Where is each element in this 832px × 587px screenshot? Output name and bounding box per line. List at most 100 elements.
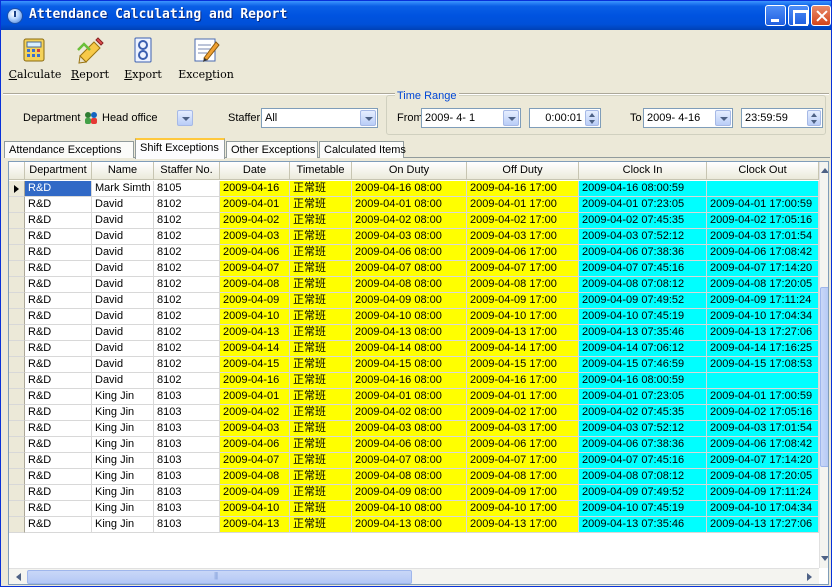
cell-off-duty[interactable]: 2009-04-06 17:00 — [467, 437, 579, 453]
cell-staffer-no[interactable]: 8102 — [154, 213, 220, 229]
cell-department[interactable]: R&D — [25, 229, 92, 245]
cell-on-duty[interactable]: 2009-04-06 08:00 — [352, 245, 467, 261]
cell-date[interactable]: 2009-04-07 — [220, 261, 290, 277]
cell-timetable[interactable]: 正常班 — [290, 501, 352, 517]
cell-clock-in[interactable]: 2009-04-03 07:52:12 — [579, 229, 707, 245]
tab-shift-exceptions[interactable]: Shift Exceptions — [135, 138, 225, 159]
cell-on-duty[interactable]: 2009-04-13 08:00 — [352, 517, 467, 533]
chevron-down-icon[interactable] — [360, 110, 376, 126]
cell-date[interactable]: 2009-04-02 — [220, 405, 290, 421]
cell-clock-out[interactable]: 2009-04-02 17:05:16 — [707, 405, 819, 421]
cell-off-duty[interactable]: 2009-04-03 17:00 — [467, 229, 579, 245]
cell-on-duty[interactable]: 2009-04-15 08:00 — [352, 357, 467, 373]
cell-on-duty[interactable]: 2009-04-14 08:00 — [352, 341, 467, 357]
cell-clock-out[interactable]: 2009-04-15 17:08:53 — [707, 357, 819, 373]
cell-timetable[interactable]: 正常班 — [290, 421, 352, 437]
cell-off-duty[interactable]: 2009-04-14 17:00 — [467, 341, 579, 357]
table-row[interactable]: R&D David 8102 2009-04-08 正常班 2009-04-08 08:0… — [9, 277, 819, 293]
cell-clock-out[interactable]: 2009-04-07 17:14:20 — [707, 453, 819, 469]
row-indicator[interactable] — [9, 485, 25, 501]
report-button[interactable]: Report — [68, 32, 112, 90]
cell-clock-out[interactable]: 2009-04-09 17:11:24 — [707, 293, 819, 309]
cell-off-duty[interactable]: 2009-04-01 17:00 — [467, 197, 579, 213]
cell-staffer-no[interactable]: 8102 — [154, 245, 220, 261]
scroll-right-icon[interactable] — [801, 570, 817, 584]
cell-staffer-no[interactable]: 8102 — [154, 293, 220, 309]
cell-on-duty[interactable]: 2009-04-16 08:00 — [352, 373, 467, 389]
cell-on-duty[interactable]: 2009-04-16 08:00 — [352, 181, 467, 197]
department-select[interactable]: Head office — [82, 108, 195, 128]
scroll-down-icon[interactable] — [820, 552, 828, 566]
maximize-icon[interactable] — [788, 5, 809, 26]
cell-clock-in[interactable]: 2009-04-07 07:45:16 — [579, 453, 707, 469]
cell-name[interactable]: David — [92, 197, 154, 213]
row-indicator[interactable] — [9, 309, 25, 325]
table-row[interactable]: R&D David 8102 2009-04-02 正常班 2009-04-02 08:0… — [9, 213, 819, 229]
row-indicator[interactable] — [9, 245, 25, 261]
cell-timetable[interactable]: 正常班 — [290, 197, 352, 213]
cell-timetable[interactable]: 正常班 — [290, 373, 352, 389]
cell-timetable[interactable]: 正常班 — [290, 469, 352, 485]
cell-on-duty[interactable]: 2009-04-10 08:00 — [352, 309, 467, 325]
row-indicator[interactable] — [9, 501, 25, 517]
row-indicator[interactable] — [9, 197, 25, 213]
table-row[interactable]: R&D David 8102 2009-04-16 正常班 2009-04-16 08:0… — [9, 373, 819, 389]
row-indicator[interactable] — [9, 453, 25, 469]
table-row[interactable]: R&D King Jin 8103 2009-04-02 正常班 2009-04-02 0… — [9, 405, 819, 421]
cell-on-duty[interactable]: 2009-04-02 08:00 — [352, 213, 467, 229]
cell-date[interactable]: 2009-04-06 — [220, 245, 290, 261]
column-header-staffer-no[interactable]: Staffer No. — [154, 162, 220, 180]
spinner-icon[interactable] — [585, 110, 599, 126]
cell-date[interactable]: 2009-04-13 — [220, 517, 290, 533]
cell-off-duty[interactable]: 2009-04-10 17:00 — [467, 309, 579, 325]
row-indicator[interactable] — [9, 389, 25, 405]
row-indicator[interactable] — [9, 469, 25, 485]
horizontal-scrollbar[interactable] — [9, 568, 819, 584]
cell-on-duty[interactable]: 2009-04-09 08:00 — [352, 485, 467, 501]
cell-name[interactable]: King Jin — [92, 405, 154, 421]
cell-date[interactable]: 2009-04-16 — [220, 373, 290, 389]
cell-clock-in[interactable]: 2009-04-01 07:23:05 — [579, 197, 707, 213]
cell-department[interactable]: R&D — [25, 277, 92, 293]
cell-clock-out[interactable]: 2009-04-08 17:20:05 — [707, 469, 819, 485]
close-icon[interactable] — [811, 5, 831, 26]
column-header-clock-out[interactable]: Clock Out — [707, 162, 819, 180]
staffer-select[interactable]: All — [261, 108, 378, 128]
column-header-timetable[interactable]: Timetable — [290, 162, 352, 180]
cell-clock-in[interactable]: 2009-04-06 07:38:36 — [579, 245, 707, 261]
cell-date[interactable]: 2009-04-08 — [220, 469, 290, 485]
cell-clock-in[interactable]: 2009-04-15 07:46:59 — [579, 357, 707, 373]
table-row[interactable]: R&D David 8102 2009-04-03 正常班 2009-04-03 08:0… — [9, 229, 819, 245]
cell-date[interactable]: 2009-04-07 — [220, 453, 290, 469]
cell-name[interactable]: King Jin — [92, 421, 154, 437]
cell-clock-out[interactable]: 2009-04-08 17:20:05 — [707, 277, 819, 293]
chevron-down-icon[interactable] — [503, 110, 519, 126]
cell-clock-in[interactable]: 2009-04-02 07:45:35 — [579, 213, 707, 229]
cell-clock-out[interactable]: 2009-04-13 17:27:06 — [707, 517, 819, 533]
column-header-off-duty[interactable]: Off Duty — [467, 162, 579, 180]
cell-off-duty[interactable]: 2009-04-09 17:00 — [467, 485, 579, 501]
cell-date[interactable]: 2009-04-10 — [220, 309, 290, 325]
column-header-on-duty[interactable]: On Duty — [352, 162, 467, 180]
cell-name[interactable]: King Jin — [92, 485, 154, 501]
cell-staffer-no[interactable]: 8103 — [154, 437, 220, 453]
table-row[interactable]: R&D King Jin 8103 2009-04-06 正常班 2009-04-06 0… — [9, 437, 819, 453]
cell-name[interactable]: Mark Simth — [92, 181, 154, 197]
cell-staffer-no[interactable]: 8103 — [154, 421, 220, 437]
row-indicator[interactable] — [9, 181, 25, 197]
row-indicator[interactable] — [9, 405, 25, 421]
cell-name[interactable]: David — [92, 325, 154, 341]
table-row[interactable]: R&D King Jin 8103 2009-04-10 正常班 2009-04-10 0… — [9, 501, 819, 517]
cell-staffer-no[interactable]: 8102 — [154, 341, 220, 357]
cell-date[interactable]: 2009-04-13 — [220, 325, 290, 341]
cell-off-duty[interactable]: 2009-04-02 17:00 — [467, 213, 579, 229]
cell-clock-out[interactable]: 2009-04-06 17:08:42 — [707, 245, 819, 261]
cell-on-duty[interactable]: 2009-04-01 08:00 — [352, 389, 467, 405]
table-row[interactable]: R&D David 8102 2009-04-01 正常班 2009-04-01 08:0… — [9, 197, 819, 213]
cell-date[interactable]: 2009-04-09 — [220, 293, 290, 309]
cell-name[interactable]: David — [92, 261, 154, 277]
cell-clock-in[interactable]: 2009-04-03 07:52:12 — [579, 421, 707, 437]
tab-attendance-exceptions[interactable]: Attendance Exceptions — [4, 141, 134, 158]
row-indicator[interactable] — [9, 341, 25, 357]
cell-off-duty[interactable]: 2009-04-06 17:00 — [467, 245, 579, 261]
